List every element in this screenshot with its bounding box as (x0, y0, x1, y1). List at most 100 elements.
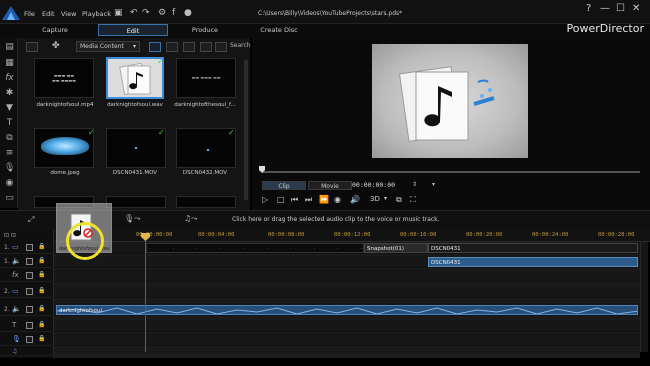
lock-icon[interactable]: 🔒 (38, 305, 45, 312)
timecode-spin-icon[interactable]: ⇕ (412, 181, 417, 188)
playhead-line[interactable] (145, 234, 146, 352)
mask-room-icon[interactable]: ▼ (4, 103, 15, 114)
chevron-down-icon[interactable]: ▾ (384, 195, 387, 202)
play-icon[interactable]: ▷ (262, 195, 268, 204)
lock-icon[interactable]: 🔒 (38, 335, 45, 342)
pip-room-icon[interactable]: ▦ (4, 58, 15, 69)
timeline-h-scrollbar[interactable] (54, 353, 640, 358)
preview-scrubber[interactable] (262, 171, 640, 173)
snapshot-icon[interactable]: ◉ (334, 195, 341, 204)
video-filter-icon[interactable] (149, 42, 161, 52)
previous-frame-icon[interactable]: ⏮ (291, 195, 298, 205)
chevron-down-icon[interactable]: ▾ (432, 181, 435, 188)
scrubber-handle-icon[interactable] (259, 166, 265, 173)
tab-produce[interactable]: Produce (170, 24, 240, 36)
mode-3d-toggle[interactable]: 3D (370, 195, 380, 203)
library-search[interactable]: Search (230, 42, 251, 49)
preview-timecode[interactable]: 00:00:00:00 (352, 181, 395, 189)
minimize-button[interactable]: — (600, 3, 610, 14)
thumb-dscn0432-mov[interactable] (176, 128, 236, 168)
close-button[interactable]: ✕ (632, 3, 640, 14)
share-icon[interactable]: ● (184, 8, 192, 18)
preview-screen (372, 44, 528, 158)
thumb-dscn0431-mov[interactable] (106, 128, 166, 168)
movie-mode-tab[interactable]: Movie (308, 181, 352, 190)
video-clip-dscn0431[interactable]: DSCN0431 (428, 243, 638, 253)
facebook-icon[interactable]: f (172, 8, 175, 18)
title-room-icon[interactable]: T (4, 118, 15, 129)
lane-voice[interactable] (54, 334, 640, 346)
lane-title[interactable] (54, 320, 640, 332)
lock-icon[interactable]: 🔒 (38, 257, 45, 264)
track-enable-checkbox[interactable] (26, 258, 33, 265)
thumb-darknightofsoul-wav[interactable] (106, 57, 164, 99)
clip-mode-tab[interactable]: Clip (262, 181, 306, 190)
clip-label: darknightofsoul (59, 308, 103, 314)
tab-edit[interactable]: Edit (98, 24, 168, 36)
particle-room-icon[interactable]: ✱ (4, 88, 15, 99)
menu-view[interactable]: View (61, 10, 76, 18)
undo-icon[interactable]: ↶ (130, 8, 138, 18)
track-manager-icon[interactable]: ⤢ (28, 215, 34, 225)
thumb-darknightofthesoul-f[interactable]: ▬▬ ▬▬▬ ▬▬ (176, 58, 236, 98)
undock-icon[interactable]: ⧉ (396, 195, 402, 205)
menu-edit[interactable]: Edit (42, 10, 55, 18)
audio-mixing-icon[interactable]: ≡ (4, 148, 15, 159)
audio-filter-icon[interactable] (183, 42, 195, 52)
video-clip-stars[interactable]: · · · · · · · · · · · · (146, 243, 364, 253)
voice-over-icon[interactable]: 🎙 (4, 163, 15, 174)
track-enable-checkbox[interactable] (26, 322, 33, 329)
timeline-v-scrollbar[interactable] (640, 242, 648, 352)
tab-create-disc[interactable]: Create Disc (244, 24, 314, 36)
fullscreen-icon[interactable]: ⛶ (410, 195, 416, 205)
thumb-partial[interactable] (176, 196, 236, 208)
chapter-room-icon[interactable]: ◉ (4, 178, 15, 189)
thumb-dome-jpeg[interactable] (34, 128, 94, 168)
menu-file[interactable]: File (24, 10, 35, 18)
menu-playback[interactable]: Playback (82, 10, 111, 18)
stop-icon[interactable]: □ (277, 195, 285, 204)
list-view-icon[interactable] (215, 42, 227, 52)
thumb-darknightofsoul-mp4[interactable]: ▬▬▬ ▬▬ ▬▬ ▬▬▬▬ (34, 58, 94, 98)
next-frame-icon[interactable]: ⏭ (305, 195, 312, 205)
library-scrollbar[interactable] (244, 60, 248, 200)
media-room-icon[interactable]: ▤ (4, 42, 15, 53)
lock-icon[interactable]: 🔒 (38, 243, 45, 250)
video-clip-snapshot[interactable]: Snapshot(01) (364, 243, 428, 253)
transition-room-icon[interactable]: ⧉ (4, 133, 15, 144)
media-content-dropdown[interactable]: Media Content ▾ (76, 41, 140, 52)
settings-icon[interactable]: ⚙ (158, 8, 166, 18)
audio-clip-dscn0431[interactable]: DSCN0431 (428, 257, 638, 267)
track-enable-checkbox[interactable] (26, 244, 33, 251)
lane-video-2[interactable] (54, 286, 640, 298)
track-enable-checkbox[interactable] (26, 288, 33, 295)
playhead-handle-icon[interactable] (141, 233, 150, 241)
track-header-lock-all-icon[interactable]: ⊡ ⊡ (4, 232, 16, 239)
lock-icon[interactable]: 🔒 (38, 321, 45, 328)
help-button[interactable]: ? (586, 3, 591, 14)
app-logo-icon (2, 6, 20, 20)
music-insert-icon[interactable]: ♫⤳ (184, 214, 198, 224)
lock-icon[interactable]: 🔒 (38, 271, 45, 278)
audio-clip-darknightofsoul[interactable]: darknightofsoul (56, 305, 638, 315)
lane-fx[interactable] (54, 270, 640, 282)
maximize-button[interactable]: ☐ (616, 3, 625, 14)
clip-label: DSCN0431 (431, 246, 461, 252)
grid-view-icon[interactable] (200, 42, 212, 52)
subtitle-room-icon[interactable]: ▭ (4, 193, 15, 204)
tab-capture[interactable]: Capture (20, 24, 90, 36)
lock-icon[interactable]: 🔒 (38, 287, 45, 294)
track-enable-checkbox[interactable] (26, 272, 33, 279)
redo-icon[interactable]: ↷ (142, 8, 150, 18)
import-media-icon[interactable] (26, 42, 38, 52)
plugins-icon[interactable]: ✤ (52, 41, 60, 51)
track-enable-checkbox[interactable] (26, 336, 33, 343)
fast-forward-icon[interactable]: ⏩ (319, 195, 329, 204)
image-filter-icon[interactable] (166, 42, 178, 52)
fx-room-icon[interactable]: fx (4, 73, 15, 84)
voice-insert-icon[interactable]: 🎙⤳ (124, 214, 141, 224)
thumb-partial[interactable] (106, 196, 166, 208)
track-enable-checkbox[interactable] (26, 306, 33, 313)
volume-icon[interactable]: 🔊 (350, 195, 360, 204)
save-icon[interactable]: ▣ (114, 8, 123, 18)
